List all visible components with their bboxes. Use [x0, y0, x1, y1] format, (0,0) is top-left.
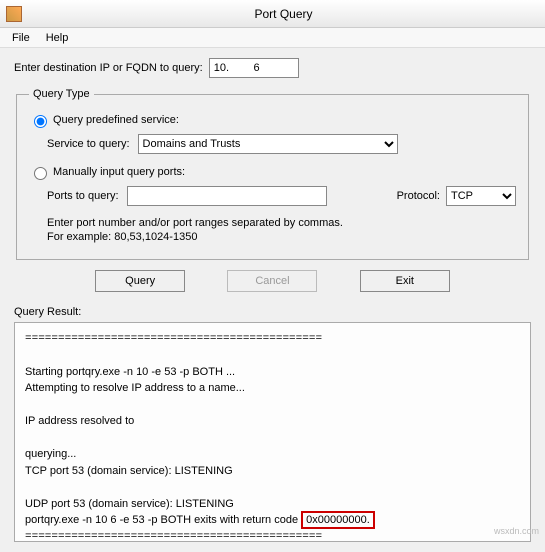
- query-type-group: Query Type Query predefined service: Ser…: [16, 88, 529, 260]
- service-label: Service to query:: [47, 138, 130, 150]
- return-code: 0x00000000.: [301, 511, 375, 529]
- result-line7: portqry.exe -n 10 6 -e 53 -p BOTH exits …: [25, 512, 520, 529]
- result-line3: IP address resolved to: [25, 413, 520, 430]
- service-row: Service to query: Domains and Trusts: [47, 134, 516, 154]
- menu-help[interactable]: Help: [38, 30, 77, 46]
- destination-label: Enter destination IP or FQDN to query:: [14, 62, 203, 74]
- predefined-label: Query predefined service:: [53, 114, 179, 126]
- help-line2: For example: 80,53,1024-1350: [47, 230, 516, 244]
- button-row: Query Cancel Exit: [74, 270, 471, 292]
- result-line6: UDP port 53 (domain service): LISTENING: [25, 496, 520, 513]
- result-line2: Attempting to resolve IP address to a na…: [25, 380, 520, 397]
- result-divider: ========================================…: [25, 331, 520, 348]
- content-area: Enter destination IP or FQDN to query: Q…: [0, 48, 545, 552]
- result-box: ========================================…: [14, 322, 531, 542]
- help-text: Enter port number and/or port ranges sep…: [47, 216, 516, 245]
- destination-row: Enter destination IP or FQDN to query:: [14, 58, 531, 78]
- manual-radio-row: Manually input query ports:: [29, 164, 516, 180]
- watermark: wsxdn.com: [494, 526, 539, 536]
- manual-radio[interactable]: [34, 167, 47, 180]
- menu-bar: File Help: [0, 28, 545, 48]
- window-title: Port Query: [28, 7, 539, 21]
- protocol-label: Protocol:: [397, 190, 440, 202]
- result-line7a: portqry.exe -n 10 6 -e 53 -p BOTH exits …: [25, 514, 298, 526]
- destination-input[interactable]: [209, 58, 299, 78]
- exit-button[interactable]: Exit: [360, 270, 450, 292]
- ports-input[interactable]: [127, 186, 327, 206]
- ports-row: Ports to query: Protocol: TCP: [47, 186, 516, 206]
- title-bar: Port Query: [0, 0, 545, 28]
- result-line4: querying...: [25, 446, 520, 463]
- query-type-legend: Query Type: [29, 88, 94, 100]
- query-button[interactable]: Query: [95, 270, 185, 292]
- ports-label: Ports to query:: [47, 190, 119, 202]
- result-label: Query Result:: [14, 306, 531, 318]
- app-icon: [6, 6, 22, 22]
- menu-file[interactable]: File: [4, 30, 38, 46]
- result-line5: TCP port 53 (domain service): LISTENING: [25, 463, 520, 480]
- predefined-radio-row: Query predefined service:: [29, 112, 516, 128]
- predefined-radio[interactable]: [34, 115, 47, 128]
- cancel-button[interactable]: Cancel: [227, 270, 317, 292]
- manual-label: Manually input query ports:: [53, 166, 185, 178]
- service-select[interactable]: Domains and Trusts: [138, 134, 398, 154]
- result-line1: Starting portqry.exe -n 10 -e 53 -p BOTH…: [25, 364, 520, 381]
- protocol-select[interactable]: TCP: [446, 186, 516, 206]
- help-line1: Enter port number and/or port ranges sep…: [47, 216, 516, 230]
